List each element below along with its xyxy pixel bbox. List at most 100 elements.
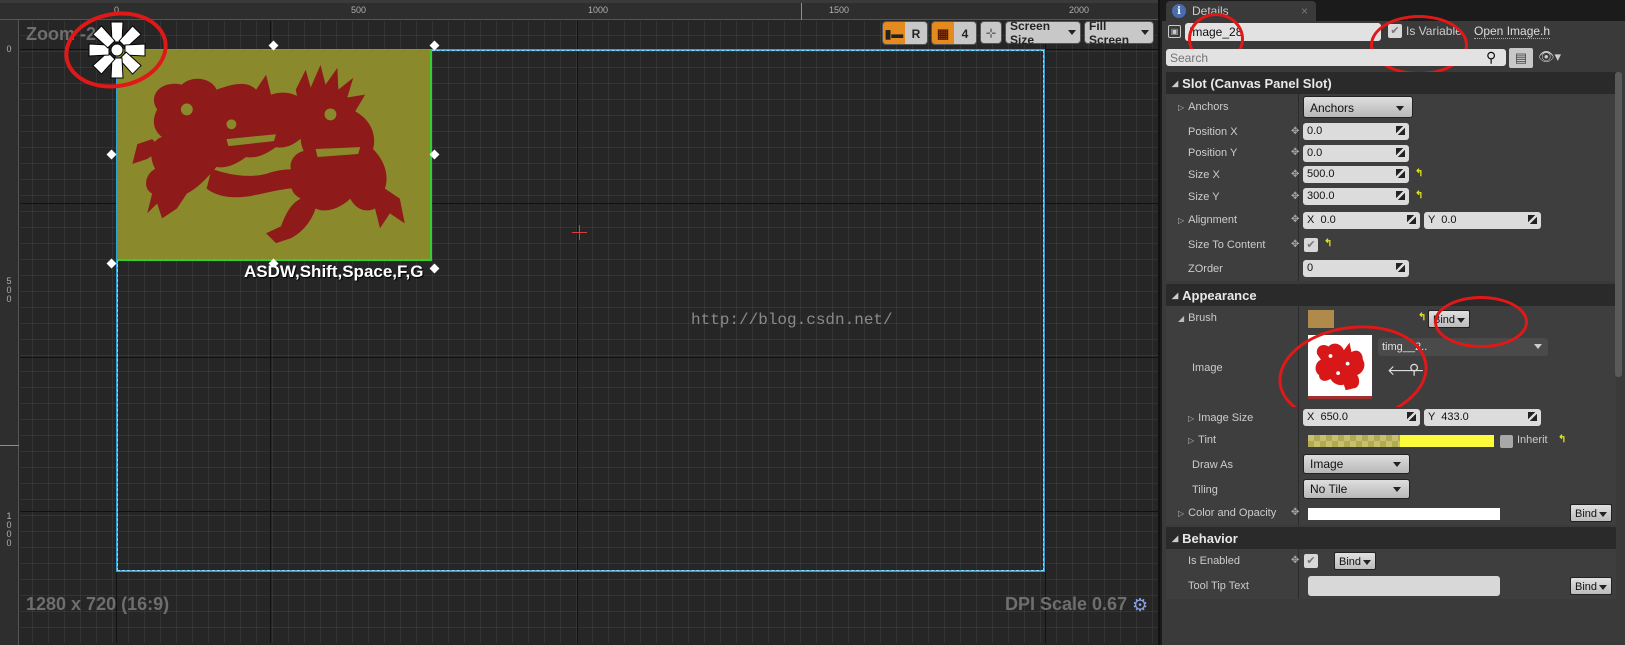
size-x-value: 500.0 [1307, 168, 1335, 180]
section-appearance-header[interactable]: ◢ Appearance [1166, 284, 1616, 306]
reset-to-default-icon[interactable]: ↰ [1415, 190, 1423, 201]
drag-handle-icon [1396, 263, 1405, 272]
prop-row-zorder: ZOrder 0 [1166, 257, 1616, 281]
prop-label: Image [1192, 362, 1223, 374]
section-behavior-header[interactable]: ◢ Behavior [1166, 527, 1616, 549]
prop-label: ▷ Image Size [1188, 412, 1253, 424]
screen-size-dropdown[interactable]: Screen Size [1005, 19, 1081, 47]
grid-snap-group: ▦ 4 [931, 21, 977, 45]
transform-mode-group: ▮▬ R [882, 21, 928, 45]
tiling-dropdown[interactable]: No Tile [1303, 479, 1410, 499]
expand-triangle-icon[interactable]: ▷ [1178, 509, 1184, 518]
anchors-dropdown[interactable]: Anchors [1303, 96, 1413, 118]
designer-viewport[interactable]: 0 500 1000 1500 2000 0 500 1000 ASDW,Shi… [0, 0, 1160, 645]
grid-snap-value[interactable]: 4 [954, 22, 976, 44]
is-enabled-checkbox[interactable]: ✔ [1304, 554, 1318, 568]
column-divider [1298, 257, 1299, 281]
size-x-input[interactable]: 500.0 [1303, 166, 1409, 183]
color-opacity-swatch[interactable] [1308, 508, 1500, 520]
search-icon[interactable]: ⚲ [1486, 49, 1496, 66]
respect-locks-button[interactable]: R [905, 22, 927, 44]
chevron-down-icon [1599, 512, 1608, 517]
visibility-filter-button[interactable]: 👁▾ [1538, 49, 1561, 65]
grid-snap-toggle[interactable]: ▦ [932, 22, 954, 44]
image-size-x-input[interactable]: X 650.0 [1303, 409, 1420, 426]
close-icon[interactable]: × [1301, 4, 1308, 18]
dpi-scale-label: DPI Scale 0.67 [1005, 594, 1128, 614]
local-space-button[interactable]: ▮▬ [883, 22, 905, 44]
ruler-label: 1500 [829, 5, 850, 15]
size-to-content-checkbox[interactable]: ✔ [1304, 238, 1318, 252]
inherit-checkbox[interactable] [1500, 435, 1513, 448]
grid-icon: ▦ [936, 25, 950, 41]
reset-to-default-icon[interactable]: ↰ [1324, 238, 1332, 249]
section-title: Behavior [1182, 530, 1238, 546]
reset-to-default-icon[interactable]: ↰ [1418, 312, 1426, 323]
collapse-triangle-icon: ◢ [1172, 290, 1179, 300]
prop-row-brush: ◢ Brush ↰ Bind Image timg__2.. 🡐 ⚲ [1166, 296, 1616, 432]
pin-icon[interactable]: ✥ [1291, 169, 1299, 180]
pin-icon[interactable]: ✥ [1291, 555, 1299, 566]
pin-icon[interactable]: ✥ [1291, 147, 1299, 158]
zorder-input[interactable]: 0 [1303, 260, 1409, 277]
design-canvas[interactable]: ASDW,Shift,Space,F,G http://blog.csdn.ne… [20, 21, 1158, 643]
prop-label: ◢ Brush [1178, 312, 1217, 324]
is-enabled-bind-button[interactable]: Bind [1334, 552, 1377, 570]
prop-row-position-x: Position X ✥ 0.0 [1166, 121, 1616, 143]
expand-triangle-icon[interactable]: ▷ [1188, 414, 1194, 423]
prop-label: Tiling [1192, 484, 1218, 496]
tooltip-bind-button[interactable]: Bind [1570, 577, 1613, 595]
pin-icon[interactable]: ✥ [1291, 239, 1299, 250]
browse-asset-icon[interactable]: ⚲ [1409, 361, 1419, 378]
draw-as-dropdown[interactable]: Image [1303, 454, 1410, 474]
image-asset-thumbnail[interactable] [1308, 335, 1372, 399]
zoom-to-fit-button[interactable]: ⊹ [980, 21, 1002, 44]
reset-to-default-icon[interactable]: ↰ [1415, 168, 1423, 179]
open-header-link[interactable]: Open Image.h [1474, 24, 1551, 39]
fill-screen-dropdown[interactable]: Fill Screen [1084, 19, 1154, 47]
property-matrix-button[interactable]: ▤ [1509, 48, 1533, 68]
color-opacity-label: Color and Opacity [1188, 507, 1277, 519]
pin-icon[interactable]: ✥ [1291, 191, 1299, 202]
prop-row-size-to-content: Size To Content ✥ ✔ ↰ [1166, 233, 1616, 257]
column-divider [1298, 477, 1299, 502]
expand-triangle-icon[interactable]: ▷ [1178, 216, 1184, 225]
brush-bind-button[interactable]: Bind [1428, 310, 1471, 328]
resize-handle[interactable] [106, 258, 117, 269]
inherit-label: Inherit [1517, 434, 1548, 446]
position-x-input[interactable]: 0.0 [1303, 123, 1409, 140]
collapse-triangle-icon[interactable]: ◢ [1178, 314, 1184, 323]
prop-row-draw-as: Draw As Image [1166, 452, 1616, 477]
resize-handle[interactable] [106, 149, 117, 160]
widget-name-input[interactable] [1185, 23, 1381, 41]
details-scrollbar[interactable] [1615, 72, 1622, 377]
bind-label: Bind [1575, 581, 1598, 593]
alpha-checker [1308, 435, 1400, 447]
image-asset-dropdown[interactable]: timg__2.. [1378, 338, 1548, 356]
image-size-y-input[interactable]: Y 433.0 [1424, 409, 1541, 426]
color-opacity-bind-button[interactable]: Bind [1570, 504, 1613, 522]
expand-triangle-icon[interactable]: ▷ [1178, 103, 1184, 112]
gear-icon[interactable]: ⚙ [1132, 595, 1148, 616]
image-widget-dragon[interactable] [117, 50, 432, 261]
alignment-x-input[interactable]: X 0.0 [1303, 212, 1420, 229]
pin-icon[interactable]: ✥ [1291, 126, 1299, 137]
tint-color-swatch[interactable] [1308, 435, 1494, 447]
prop-label: ZOrder [1188, 263, 1223, 275]
pin-icon[interactable]: ✥ [1291, 507, 1299, 518]
expand-triangle-icon[interactable]: ▷ [1188, 436, 1194, 445]
flower-cursor-icon[interactable] [84, 20, 150, 80]
tooltip-text-input[interactable] [1308, 576, 1500, 596]
reset-to-default-icon[interactable]: ↰ [1558, 434, 1566, 445]
size-y-input[interactable]: 300.0 [1303, 188, 1409, 205]
alignment-y-input[interactable]: Y 0.0 [1424, 212, 1541, 229]
section-slot-header[interactable]: ◢ Slot (Canvas Panel Slot) [1166, 72, 1616, 94]
alignment-y-value: Y 0.0 [1428, 214, 1457, 226]
is-variable-checkbox[interactable]: ✔ Is Variable [1388, 24, 1462, 38]
text-widget-controls-hint[interactable]: ASDW,Shift,Space,F,G [244, 262, 423, 282]
ruler-label: 1000 [588, 5, 609, 15]
tab-details[interactable]: i Details × [1166, 1, 1316, 21]
details-search-input[interactable] [1166, 49, 1506, 66]
position-y-input[interactable]: 0.0 [1303, 145, 1409, 162]
pin-icon[interactable]: ✥ [1291, 214, 1299, 225]
